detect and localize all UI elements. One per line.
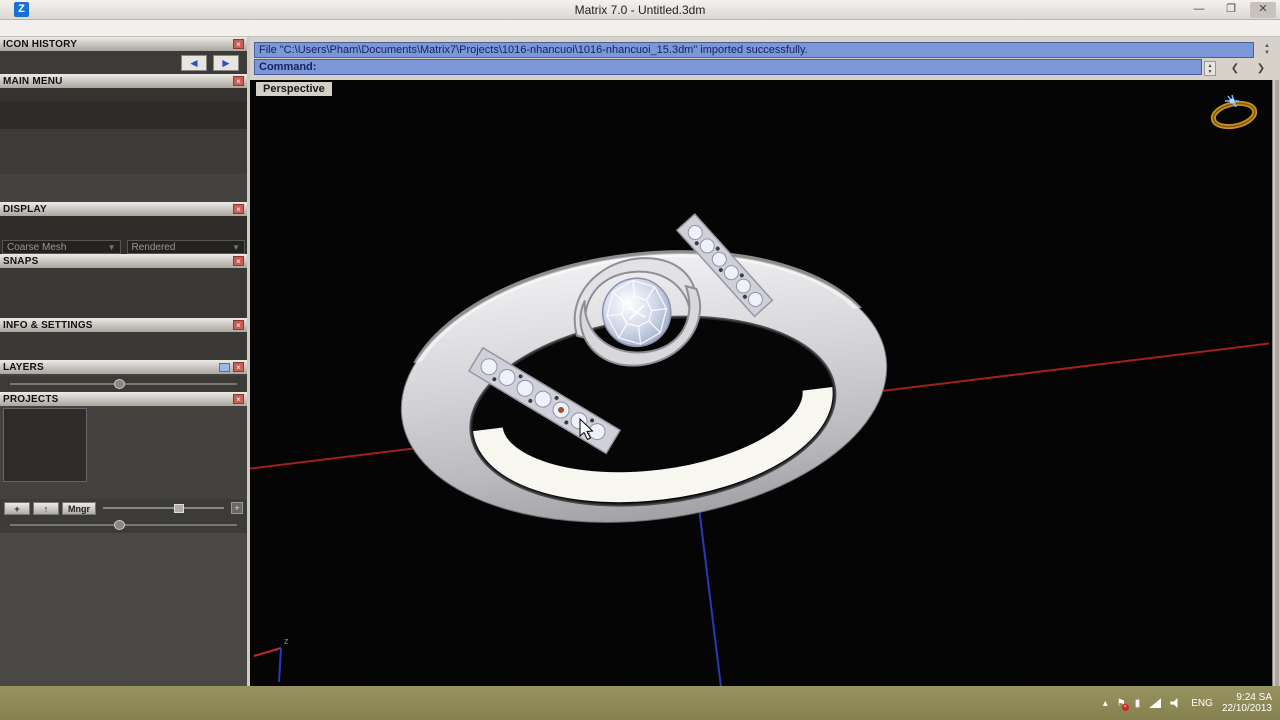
viewport-tab-perspective[interactable]: Perspective [256, 82, 332, 96]
icon-history-header[interactable]: ICON HISTORY × [0, 37, 247, 51]
close-icon[interactable]: × [233, 394, 244, 404]
action-center-flag-icon[interactable]: ⚑× [1117, 698, 1126, 709]
close-icon[interactable]: × [233, 39, 244, 49]
volume-icon[interactable] [1170, 698, 1182, 708]
main-menu-row1 [0, 101, 247, 115]
layers-slider[interactable] [10, 378, 237, 390]
language-indicator[interactable]: ENG [1191, 698, 1213, 709]
snaps-row2 [0, 293, 247, 318]
close-icon[interactable]: × [233, 204, 244, 214]
system-tray: ▴ ⚑× ▮ ENG 9:24 SA 22/10/2013 [1103, 692, 1280, 714]
layers-title: LAYERS [3, 362, 219, 373]
ring-model[interactable] [382, 193, 903, 549]
matrix-ring-logo [1211, 95, 1257, 130]
command-next-icon[interactable]: ❯ [1252, 61, 1270, 76]
main-menu-header[interactable]: MAIN MENU × [0, 74, 247, 88]
clock-date: 22/10/2013 [1222, 703, 1272, 714]
projects-controls: + ↑ Mngr + [0, 499, 247, 517]
projects-body [0, 406, 247, 484]
hidden-icons-icon[interactable]: ▴ [1103, 698, 1108, 709]
taskbar: ▴ ⚑× ▮ ENG 9:24 SA 22/10/2013 [0, 686, 1280, 720]
viewport-canvas: z [250, 80, 1269, 686]
svg-text:z: z [284, 636, 289, 646]
floating-toolbar [0, 174, 247, 202]
info-settings-header[interactable]: INFO & SETTINGS × [0, 318, 247, 332]
history-scroll-icons[interactable]: ▲▼ [1264, 43, 1270, 57]
info-settings-icons [0, 332, 247, 360]
display-header[interactable]: DISPLAY × [0, 202, 247, 216]
slider-knob[interactable] [114, 520, 125, 530]
chevron-down-icon: ▼ [232, 243, 240, 252]
restore-button[interactable]: ❐ [1218, 2, 1244, 18]
title-bar: Z Matrix 7.0 - Untitled.3dm — ❐ ✕ [0, 0, 1280, 20]
minimize-icon[interactable] [219, 363, 230, 372]
menu-bar [0, 20, 1280, 37]
info-settings-title: INFO & SETTINGS [3, 320, 233, 331]
command-spinner[interactable]: ▲▼ [1204, 61, 1216, 76]
icon-history-body: ◄ ► [0, 51, 247, 74]
slider-knob[interactable] [174, 504, 184, 513]
projects-title: PROJECTS [3, 394, 233, 405]
chevron-down-icon: ▼ [108, 243, 116, 252]
zoom-plus-icon[interactable]: + [231, 502, 243, 514]
window-title: Matrix 7.0 - Untitled.3dm [0, 3, 1280, 17]
cplane-axis-gizmo: z [254, 636, 289, 682]
projects-header[interactable]: PROJECTS × [0, 392, 247, 406]
perspective-viewport[interactable]: Perspective [250, 80, 1280, 686]
display-mode-value: Rendered [132, 242, 176, 253]
command-input[interactable]: Command: [254, 59, 1202, 75]
panel-gap [0, 129, 247, 174]
project-thumb-buttons [0, 484, 247, 499]
close-icon[interactable]: × [233, 362, 244, 372]
layers-body [0, 374, 247, 376]
left-panel: ICON HISTORY × ◄ ► MAIN MENU × DISPLAY × [0, 37, 250, 686]
project-up-button[interactable]: ↑ [33, 502, 59, 515]
mesh-quality-value: Coarse Mesh [7, 242, 66, 253]
matrix-window: Z Matrix 7.0 - Untitled.3dm — ❐ ✕ ICON H… [0, 0, 1280, 720]
slider-knob[interactable] [114, 379, 125, 389]
command-prev-icon[interactable]: ❮ [1226, 61, 1244, 76]
panel-footer [0, 533, 247, 686]
layers-header[interactable]: LAYERS × [0, 360, 247, 374]
snaps-row1 [0, 268, 247, 293]
clock-time: 9:24 SA [1222, 692, 1272, 703]
display-title: DISPLAY [3, 204, 233, 215]
history-back-icon[interactable]: ◄ [181, 55, 207, 71]
projects-list [3, 408, 87, 482]
icon-history-title: ICON HISTORY [3, 39, 233, 50]
main-menu-tabs [0, 88, 247, 101]
close-icon[interactable]: × [233, 256, 244, 266]
display-dropdowns: Coarse Mesh ▼ Rendered ▼ [0, 240, 247, 254]
project-add-button[interactable]: + [4, 502, 30, 515]
history-forward-icon[interactable]: ► [213, 55, 239, 71]
projects-slider[interactable] [99, 502, 228, 514]
command-area: File "C:\Users\Pham\Documents\Matrix7\Pr… [250, 37, 1280, 80]
snaps-title: SNAPS [3, 256, 233, 267]
panel-bottom-slider[interactable] [10, 519, 237, 531]
display-icons [0, 216, 247, 240]
minimize-button[interactable]: — [1186, 2, 1212, 18]
network-icon[interactable] [1149, 698, 1161, 708]
close-button[interactable]: ✕ [1250, 2, 1276, 18]
close-icon[interactable]: × [233, 320, 244, 330]
main-menu-title: MAIN MENU [3, 76, 233, 87]
clock[interactable]: 9:24 SA 22/10/2013 [1222, 692, 1272, 714]
power-icon[interactable]: ▮ [1135, 698, 1141, 709]
display-mode-dropdown[interactable]: Rendered ▼ [127, 240, 246, 254]
close-icon[interactable]: × [233, 76, 244, 86]
project-thumbnails [90, 408, 244, 482]
main-menu-row2 [0, 115, 247, 129]
snaps-header[interactable]: SNAPS × [0, 254, 247, 268]
command-history-line: File "C:\Users\Pham\Documents\Matrix7\Pr… [254, 42, 1254, 58]
project-mngr-button[interactable]: Mngr [62, 502, 96, 515]
viewport-scrollbar[interactable] [1272, 80, 1280, 686]
mesh-quality-dropdown[interactable]: Coarse Mesh ▼ [2, 240, 121, 254]
